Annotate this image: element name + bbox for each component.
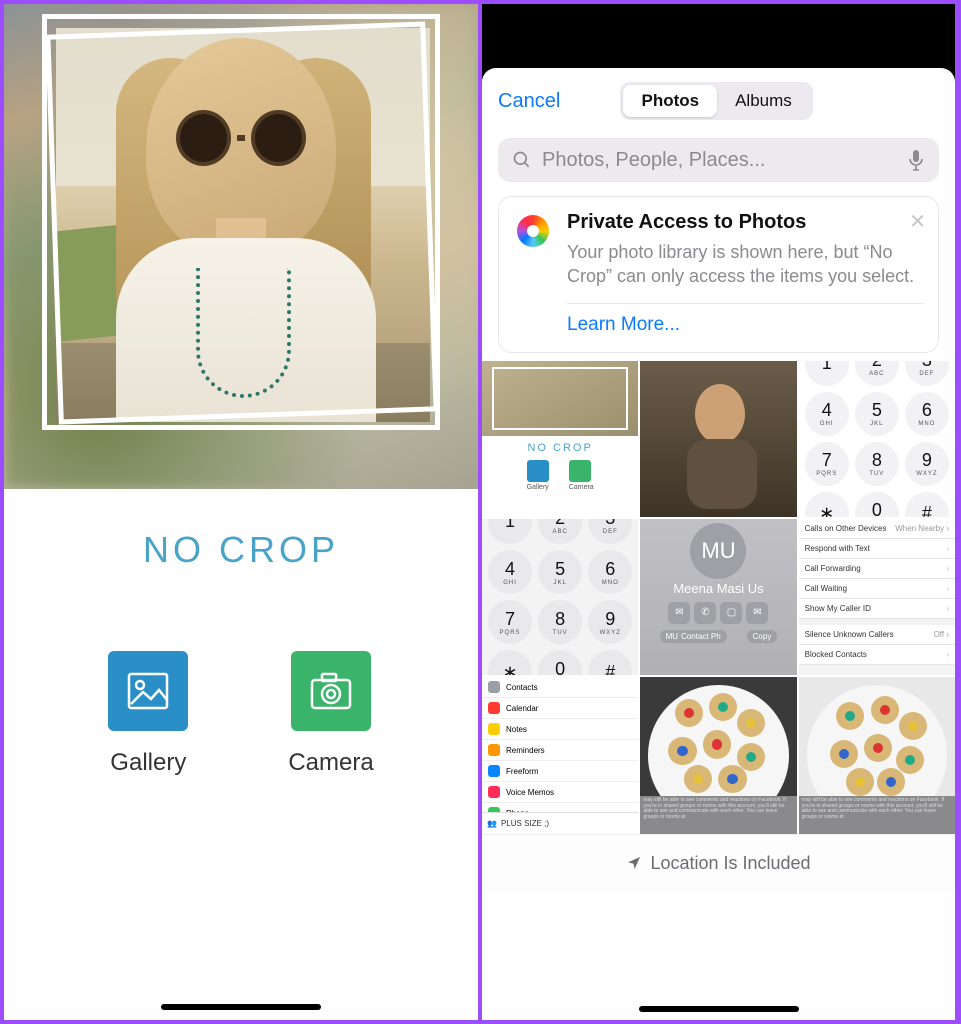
search-icon <box>512 150 532 170</box>
location-arrow-icon <box>626 855 642 871</box>
hero-image <box>4 4 478 489</box>
cancel-button[interactable]: Cancel <box>498 90 560 113</box>
segment-photos[interactable]: Photos <box>623 85 717 117</box>
segmented-control[interactable]: Photos Albums <box>620 82 812 120</box>
gallery-label: Gallery <box>110 749 186 777</box>
photo-grid[interactable]: NO CROP Gallery Camera 12ABC3DEF4GHI5JKL… <box>482 361 955 834</box>
photo-thumb[interactable] <box>640 361 796 517</box>
left-main: NO CROP Gallery <box>4 489 478 1020</box>
footer-text: Location Is Included <box>650 853 810 874</box>
info-body-text: Your photo library is shown here, but “N… <box>567 240 924 289</box>
photo-thumb[interactable]: MU Meena Masi Us ✉✆▢✉ MUContact Ph Copy <box>640 519 796 675</box>
photos-app-icon <box>513 211 553 251</box>
search-field[interactable] <box>498 138 939 182</box>
private-access-card: Private Access to Photos Your photo libr… <box>498 196 939 353</box>
photo-thumb[interactable]: ContactsCalendarNotesRemindersFreeformVo… <box>482 677 638 833</box>
photo-thumb[interactable]: may still be able to see comments and re… <box>799 677 955 833</box>
camera-icon <box>291 651 371 731</box>
gallery-action[interactable]: Gallery <box>108 651 188 777</box>
info-title: Private Access to Photos <box>567 211 924 234</box>
dictation-icon[interactable] <box>907 149 925 171</box>
camera-action[interactable]: Camera <box>288 651 373 777</box>
photo-thumb[interactable]: may still be able to see comments and re… <box>640 677 796 833</box>
app-title: NO CROP <box>143 529 339 571</box>
footer-location: Location Is Included <box>482 834 955 892</box>
search-input[interactable] <box>542 149 897 172</box>
learn-more-link[interactable]: Learn More... <box>567 314 924 336</box>
photo-thumb[interactable]: 12ABC3DEF4GHI5JKL6MNO7PQRS8TUV9WXYZ∗0+# <box>482 519 638 675</box>
sheet-backdrop <box>482 4 955 68</box>
action-row: Gallery Camera <box>108 651 373 777</box>
photo-thumb[interactable]: Calls on Other DevicesWhen Nearby ›Respo… <box>799 519 955 675</box>
photo-thumb[interactable]: 12ABC3DEF4GHI5JKL6MNO7PQRS8TUV9WXYZ∗0+# <box>799 361 955 517</box>
home-indicator[interactable] <box>639 1006 799 1012</box>
sheet-nav: Cancel Photos Albums <box>482 68 955 134</box>
right-phone-frame: Cancel Photos Albums Private Access to P… <box>480 2 957 1022</box>
photo-thumb[interactable]: NO CROP Gallery Camera <box>482 361 638 517</box>
photo-picker-sheet: Cancel Photos Albums Private Access to P… <box>482 68 955 1020</box>
close-icon[interactable]: ✕ <box>909 209 926 234</box>
gallery-icon <box>108 651 188 731</box>
camera-label: Camera <box>288 749 373 777</box>
segment-albums[interactable]: Albums <box>717 85 810 117</box>
hero-frame-inner <box>45 21 438 424</box>
left-phone-frame: NO CROP Gallery <box>2 2 480 1022</box>
home-indicator[interactable] <box>161 1004 321 1010</box>
